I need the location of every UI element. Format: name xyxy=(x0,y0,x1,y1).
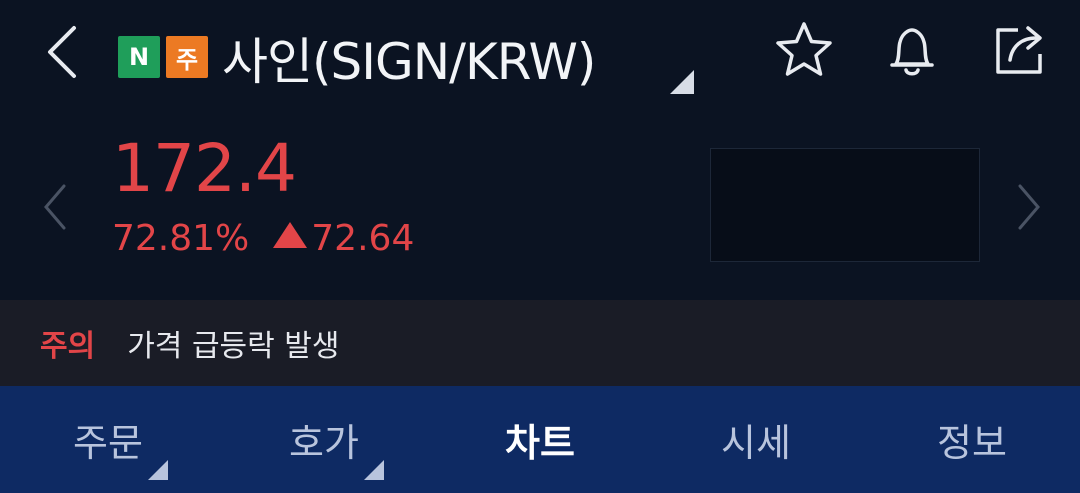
up-triangle-icon xyxy=(273,222,308,248)
tab-order[interactable]: 주문 xyxy=(0,386,216,493)
tab-info[interactable]: 정보 xyxy=(864,386,1080,493)
tab-quotes[interactable]: 시세 xyxy=(648,386,864,493)
warning-tag: 주의 xyxy=(40,329,96,364)
tab-bar: 주문 호가 차트 시세 정보 xyxy=(0,386,1080,493)
tab-label: 주문 xyxy=(73,421,143,465)
current-price: 172.4 xyxy=(112,130,297,207)
mini-chart[interactable] xyxy=(710,148,980,262)
naver-badge: N xyxy=(118,36,160,78)
warning-banner[interactable]: 주의 가격 급등락 발생 xyxy=(0,300,1080,386)
change-percent: 72.81% xyxy=(112,218,250,259)
top-bar: N 주 사인(SIGN/KRW) xyxy=(0,0,1080,120)
title-dropdown-caret[interactable] xyxy=(670,70,694,94)
caret-icon xyxy=(148,460,168,480)
change-amount: 72.64 xyxy=(311,218,415,259)
tab-label: 정보 xyxy=(937,421,1007,465)
caret-icon xyxy=(364,460,384,480)
star-icon xyxy=(776,22,832,76)
next-coin-button[interactable] xyxy=(1014,182,1044,232)
prev-coin-button[interactable] xyxy=(40,182,70,232)
share-icon xyxy=(996,26,1042,74)
tab-label: 시세 xyxy=(721,421,791,465)
price-panel: 172.4 72.81% 72.64 xyxy=(0,120,1080,300)
tab-orderbook[interactable]: 호가 xyxy=(216,386,432,493)
warning-message: 가격 급등락 발생 xyxy=(127,329,340,364)
tab-label: 차트 xyxy=(505,421,575,465)
back-button[interactable] xyxy=(40,20,88,84)
price-change: 72.81% 72.64 xyxy=(112,218,414,259)
alarm-button[interactable] xyxy=(880,18,944,82)
chevron-right-icon xyxy=(1018,184,1040,230)
chevron-left-icon xyxy=(44,184,66,230)
caret-icon xyxy=(670,70,694,94)
tab-chart[interactable]: 차트 xyxy=(432,386,648,493)
tab-label: 호가 xyxy=(289,421,359,465)
bell-icon xyxy=(890,28,934,76)
share-button[interactable] xyxy=(988,18,1052,82)
stock-badge: 주 xyxy=(166,36,208,78)
favorite-button[interactable] xyxy=(772,18,836,82)
chevron-left-icon xyxy=(48,26,76,78)
page-title[interactable]: 사인(SIGN/KRW) xyxy=(222,22,596,94)
